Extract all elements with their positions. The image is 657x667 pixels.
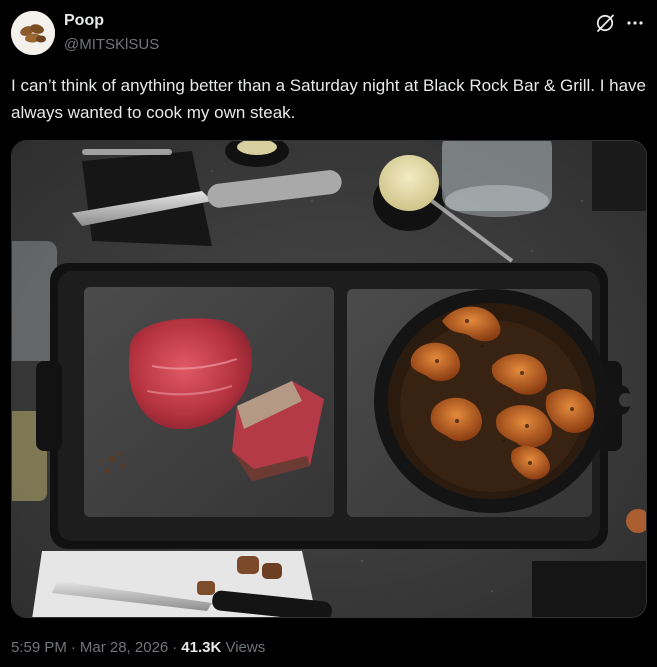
grok-icon[interactable] [594, 12, 616, 34]
more-options-icon[interactable] [624, 12, 646, 34]
views-count[interactable]: 41.3K [181, 639, 221, 656]
author-display-name[interactable]: Poop [64, 11, 104, 31]
tweet-photo[interactable] [11, 140, 647, 618]
photo-illustration [12, 141, 646, 617]
author-handle[interactable]: @MITSKlSUS [64, 35, 159, 55]
tweet-meta: 5:59 PM · Mar 28, 2026 · 41.3K Views [11, 638, 265, 658]
tweet-text: I can’t think of anything better than a … [11, 76, 647, 122]
meta-separator: · [172, 639, 178, 656]
avatar[interactable] [11, 11, 55, 55]
tweet-date[interactable]: Mar 28, 2026 [80, 639, 168, 656]
views-label: Views [225, 639, 266, 656]
tweet-time[interactable]: 5:59 PM [11, 639, 67, 656]
avatar-image [11, 11, 55, 55]
meta-separator: · [70, 639, 76, 656]
